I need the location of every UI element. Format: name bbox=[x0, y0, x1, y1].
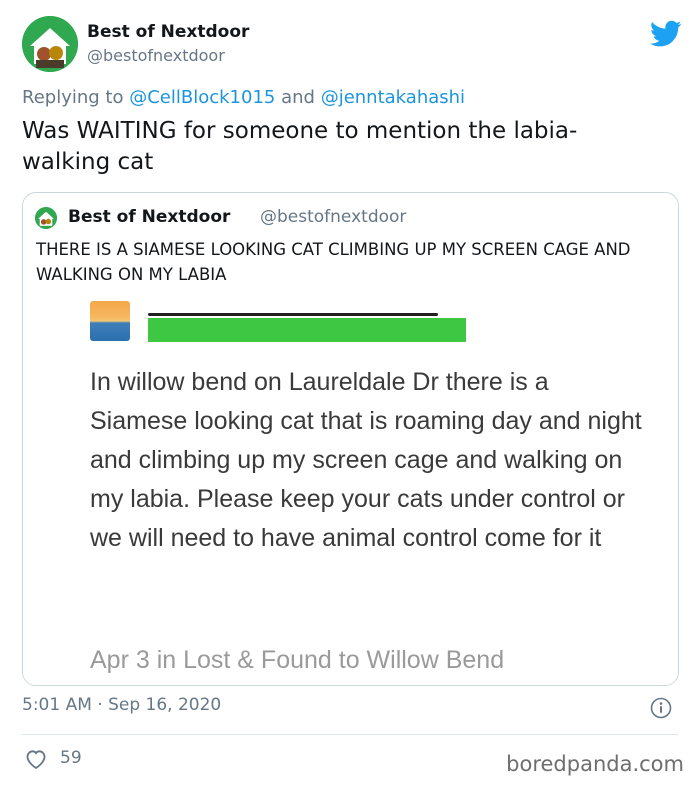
heart-icon[interactable] bbox=[24, 748, 48, 770]
avatar[interactable] bbox=[22, 16, 78, 72]
handle[interactable]: @bestofnextdoor bbox=[87, 46, 225, 65]
mention-link[interactable]: @CellBlock1015 bbox=[129, 87, 275, 108]
censor-bar bbox=[148, 318, 466, 342]
replying-and: and bbox=[281, 87, 315, 108]
divider bbox=[22, 734, 678, 735]
watermark: boredpanda.com bbox=[506, 752, 684, 776]
mention-link[interactable]: @jenntakahashi bbox=[321, 87, 465, 108]
quote-text: THERE IS A SIAMESE LOOKING CAT CLIMBING … bbox=[36, 240, 631, 284]
quote-avatar bbox=[35, 207, 57, 229]
quote-display-name: Best of Nextdoor bbox=[68, 207, 231, 227]
tweet-text: Was WAITING for someone to mention the l… bbox=[22, 118, 578, 175]
like-count: 59 bbox=[60, 748, 82, 768]
nextdoor-post-text: In willow bend on Laureldale Dr there is… bbox=[90, 368, 642, 552]
timestamp[interactable]: 5:01 AM · Sep 16, 2020 bbox=[22, 695, 221, 715]
sunset-thumbnail-icon bbox=[90, 301, 130, 341]
display-name[interactable]: Best of Nextdoor bbox=[87, 22, 249, 42]
embedded-screenshot: In willow bend on Laureldale Dr there is… bbox=[23, 291, 678, 685]
nextdoor-post-meta: Apr 3 in Lost & Found to Willow Bend bbox=[90, 646, 505, 674]
tweet-header: Best of Nextdoor @bestofnextdoor bbox=[22, 16, 682, 76]
censor-bar bbox=[148, 313, 438, 316]
twitter-bird-icon[interactable] bbox=[650, 20, 682, 48]
replying-prefix: Replying to bbox=[22, 87, 124, 108]
replying-to: Replying to @CellBlock1015 and @jenntaka… bbox=[22, 87, 465, 108]
quoted-tweet[interactable]: Best of Nextdoor @bestofnextdoor THERE I… bbox=[22, 192, 679, 686]
info-icon[interactable] bbox=[650, 697, 672, 719]
quote-handle: @bestofnextdoor bbox=[260, 207, 407, 227]
